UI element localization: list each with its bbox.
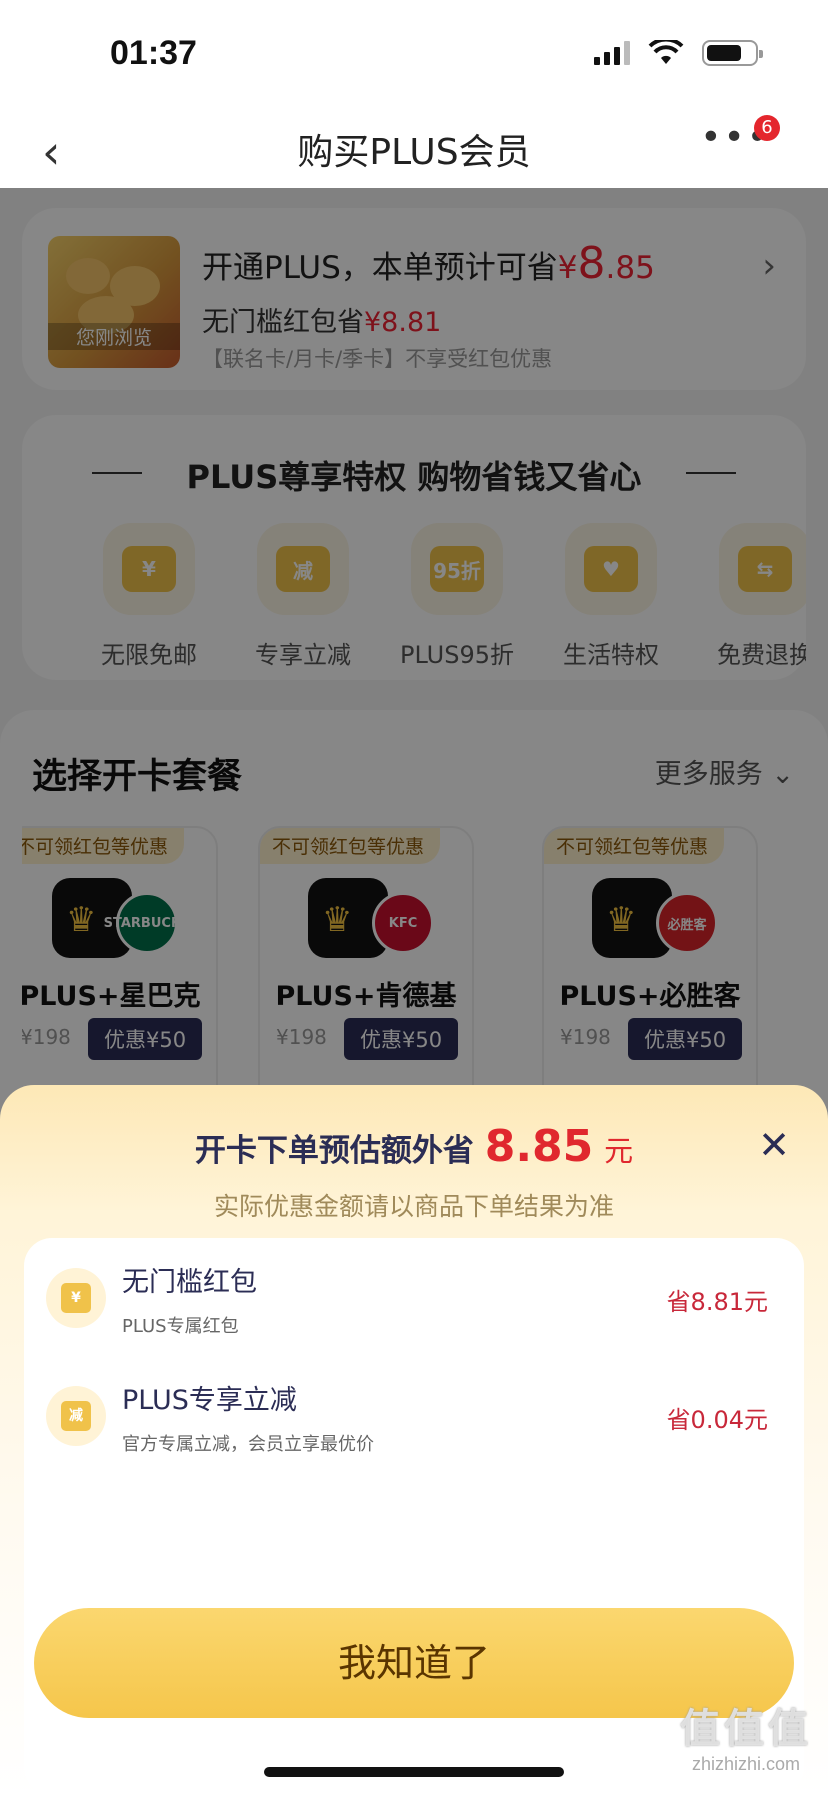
notification-badge: 6 (754, 115, 780, 141)
benefit-save-amount: 省0.04元 (666, 1406, 768, 1434)
watermark: 值值值 zhizhizhi.com (680, 1706, 812, 1774)
benefit-red-packet: ¥ 无门槛红包 PLUS专属红包 省8.81元 (24, 1238, 804, 1338)
wifi-icon (648, 40, 684, 64)
battery-icon (702, 40, 763, 66)
sheet-title: 开卡下单预估额外省 8.85 元 (194, 1121, 634, 1172)
benefit-desc: PLUS专属红包 (122, 1316, 239, 1337)
benefit-title: 无门槛红包 (122, 1267, 257, 1298)
discount-tag-icon: 减 (46, 1386, 106, 1446)
status-time: 01:37 (110, 34, 197, 72)
benefit-save-amount: 省8.81元 (666, 1288, 768, 1316)
benefit-exclusive-discount: 减 PLUS专享立减 官方专属立减，会员立享最优价 省0.04元 (24, 1356, 804, 1456)
savings-bottom-sheet: 开卡下单预估额外省 8.85 元 ✕ 实际优惠金额请以商品下单结果为准 ¥ 无门… (0, 1085, 828, 1795)
benefit-title: PLUS专享立减 (122, 1385, 297, 1416)
nav-bar: ‹ 购买PLUS会员 ••• 6 (0, 105, 828, 188)
benefit-desc: 官方专属立减，会员立享最优价 (122, 1434, 374, 1455)
close-icon[interactable]: ✕ (758, 1123, 790, 1167)
sheet-subtitle: 实际优惠金额请以商品下单结果为准 (213, 1192, 614, 1221)
cellular-signal-icon (594, 41, 630, 65)
red-packet-icon: ¥ (46, 1268, 106, 1328)
home-indicator[interactable] (264, 1767, 564, 1777)
status-icons (594, 40, 763, 66)
status-bar: 01:37 (0, 0, 828, 105)
